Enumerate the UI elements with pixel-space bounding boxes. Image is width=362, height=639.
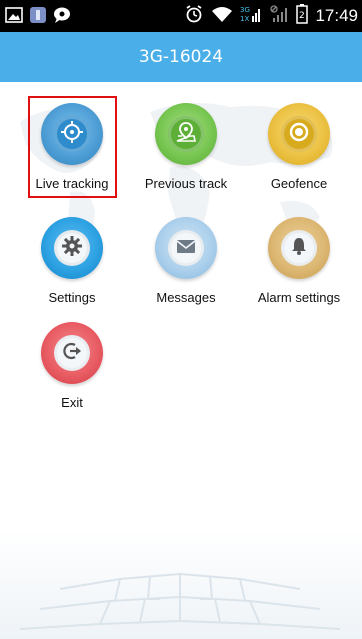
page-title: 3G-16024 xyxy=(138,47,224,67)
settings-button[interactable] xyxy=(41,217,103,279)
bell-icon xyxy=(288,235,310,262)
geofence-label: Geofence xyxy=(270,176,328,191)
title-bar: 3G-16024 xyxy=(0,32,362,82)
menu-exit[interactable]: Exit xyxy=(24,315,120,410)
selection-highlight xyxy=(28,96,117,198)
battery-icon: 2 xyxy=(296,3,309,29)
signal-3g-icon: 3G 1X xyxy=(240,4,262,29)
geofence-button[interactable] xyxy=(268,103,330,165)
alarm-settings-label: Alarm settings xyxy=(257,290,341,305)
previous-track-label: Previous track xyxy=(144,176,228,191)
image-icon xyxy=(5,6,23,29)
previous-track-button[interactable] xyxy=(155,103,217,165)
settings-label: Settings xyxy=(48,290,96,305)
gear-icon xyxy=(61,235,83,262)
status-bar: 3G 1X 2 17:49 xyxy=(0,0,362,32)
alarm-settings-button[interactable] xyxy=(268,217,330,279)
app-icon xyxy=(29,6,47,29)
menu-settings[interactable]: Settings xyxy=(24,210,120,305)
menu-geofence[interactable]: Geofence xyxy=(251,96,347,191)
maze-background xyxy=(0,529,362,639)
messages-button[interactable] xyxy=(155,217,217,279)
map-pin-icon xyxy=(174,120,198,149)
svg-text:2: 2 xyxy=(299,11,305,21)
envelope-icon xyxy=(175,235,197,262)
menu-messages[interactable]: Messages xyxy=(138,210,234,305)
menu-alarm-settings[interactable]: Alarm settings xyxy=(251,210,347,305)
target-icon xyxy=(287,120,311,149)
alarm-icon xyxy=(184,4,204,29)
messages-label: Messages xyxy=(156,290,216,305)
wifi-icon xyxy=(211,5,233,28)
exit-label: Exit xyxy=(61,395,83,410)
signal-icon xyxy=(269,4,289,29)
exit-button[interactable] xyxy=(41,322,103,384)
chat-icon xyxy=(53,6,73,29)
clock-time: 17:49 xyxy=(315,6,358,25)
main-content: Live tracking Previous track Geofence Se… xyxy=(0,82,362,639)
svg-text:1X: 1X xyxy=(240,15,249,23)
exit-icon xyxy=(61,340,83,367)
menu-previous-track[interactable]: Previous track xyxy=(138,96,234,191)
svg-text:3G: 3G xyxy=(240,6,250,14)
